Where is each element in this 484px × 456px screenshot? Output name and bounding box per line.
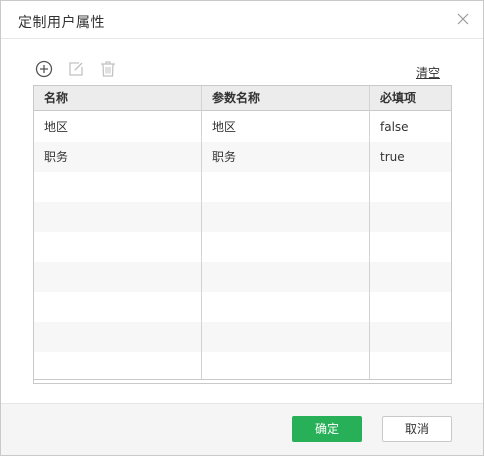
column-divider	[201, 86, 202, 380]
attributes-table: 名称 参数名称 必填项 地区 地区 false 职务 职务 true	[33, 85, 452, 384]
table-body: 地区 地区 false 职务 职务 true	[34, 112, 451, 380]
cell-param-name: 职务	[212, 150, 237, 164]
empty-row	[34, 262, 451, 292]
table-row[interactable]: 地区 地区 false	[34, 112, 451, 142]
cancel-button[interactable]: 取消	[382, 416, 452, 442]
column-header-name[interactable]: 名称	[34, 86, 202, 111]
custom-user-attributes-dialog: 定制用户属性 清空 名称 参数名称 必填项 地区 地区 false 职务 职务 …	[0, 0, 484, 456]
cell-required: false	[380, 120, 409, 134]
dialog-footer: 确定 取消	[1, 403, 483, 455]
add-icon[interactable]	[34, 59, 54, 79]
table-header: 名称 参数名称 必填项	[34, 86, 451, 111]
empty-row	[34, 352, 451, 382]
delete-icon[interactable]	[98, 59, 118, 79]
dialog-title: 定制用户属性	[18, 15, 105, 31]
empty-row	[34, 172, 451, 202]
clear-link[interactable]: 清空	[416, 64, 440, 81]
empty-row	[34, 322, 451, 352]
cell-required: true	[380, 150, 405, 164]
cell-name: 职务	[44, 150, 69, 164]
empty-row	[34, 232, 451, 262]
column-header-required[interactable]: 必填项	[370, 86, 451, 111]
edit-icon[interactable]	[66, 59, 86, 79]
cell-name: 地区	[44, 120, 69, 134]
table-row[interactable]: 职务 职务 true	[34, 142, 451, 172]
table-bottom-rule	[34, 379, 451, 380]
column-header-param-name[interactable]: 参数名称	[202, 86, 370, 111]
empty-row	[34, 292, 451, 322]
empty-row	[34, 202, 451, 232]
confirm-button[interactable]: 确定	[292, 416, 362, 442]
cell-param-name: 地区	[212, 120, 237, 134]
dialog-title-bar: 定制用户属性	[1, 1, 483, 39]
column-divider	[369, 86, 370, 380]
close-icon[interactable]	[455, 11, 471, 27]
